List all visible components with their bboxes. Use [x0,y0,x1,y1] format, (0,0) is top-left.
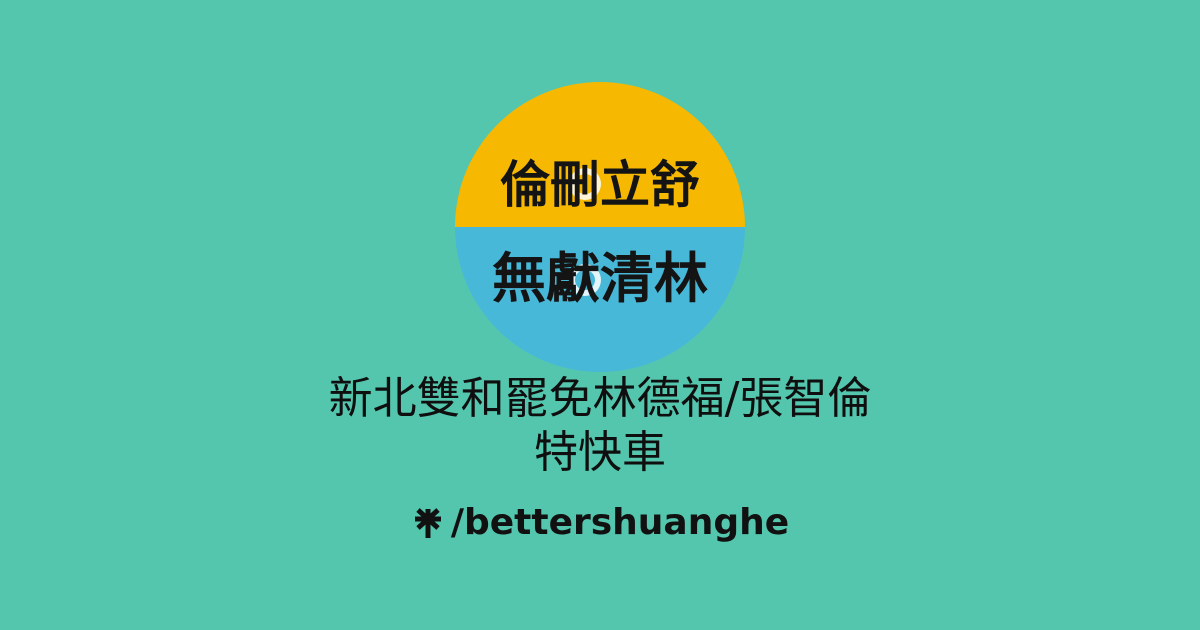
profile-card: 倫刪立舒 無獻清林 新北雙和罷免林德福/張智倫 特快車 /bettershuan… [0,0,1200,630]
avatar[interactable]: 倫刪立舒 無獻清林 [455,82,745,372]
profile-handle[interactable]: /bettershuanghe [0,502,1200,543]
avatar-top-text: 倫刪立舒 [500,155,700,214]
profile-handle-text: /bettershuanghe [450,502,790,543]
profile-title-line1: 新北雙和罷免林德福/張智倫 [328,373,872,424]
linktree-icon [411,506,445,540]
profile-title-line2: 特快車 [534,427,666,478]
avatar-image: 倫刪立舒 無獻清林 [455,82,745,372]
profile-title: 新北雙和罷免林德福/張智倫 特快車 [0,372,1200,480]
avatar-bottom-text: 無獻清林 [492,246,708,310]
